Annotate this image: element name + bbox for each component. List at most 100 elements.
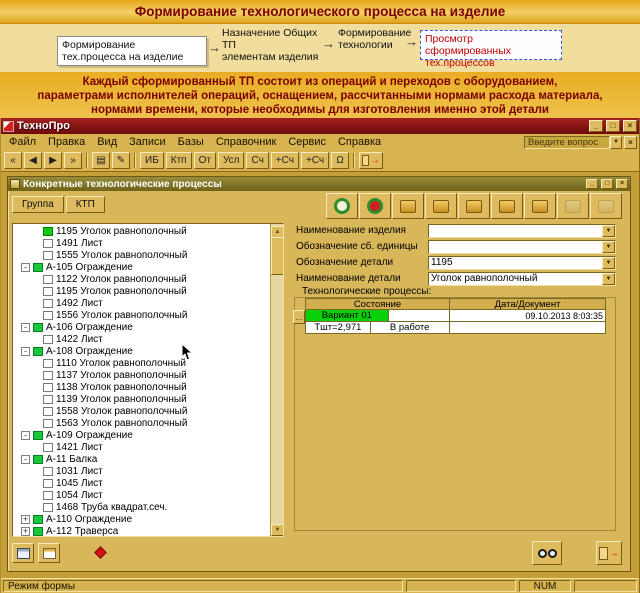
tree-item-24[interactable]: + А-110 Ограждение [13,513,270,525]
close-button[interactable]: × [623,120,637,132]
record-nav-button-3[interactable]: » [64,152,82,169]
tree-item-1[interactable]: 1491 Лист [13,237,270,249]
tree-item-9[interactable]: 1422 Лист [13,333,270,345]
menu-item-0[interactable]: Файл [3,135,42,149]
record-nav-button-0[interactable]: « [4,152,22,169]
collapse-icon[interactable]: - [21,322,30,332]
collapse-icon[interactable]: - [21,262,30,272]
menu-item-1[interactable]: Правка [42,135,91,149]
tree-item-18[interactable]: 1421 Лист [13,441,270,453]
toolbar-text-button-2[interactable]: От [193,152,216,169]
norms-icon-button[interactable] [557,193,589,219]
variants-laurel-icon-button[interactable] [326,193,358,219]
menubar-close-button[interactable]: × [624,135,637,149]
collapse-icon[interactable]: - [21,454,30,464]
record-nav-button-2[interactable]: ▶ [44,152,62,169]
tree-item-14[interactable]: 1139 Уголок равнополочный [13,393,270,405]
chevron-down-icon[interactable]: ▼ [610,135,622,149]
tree-item-label: 1556 Уголок равнополочный [56,309,188,321]
menu-item-3[interactable]: Записи [123,135,172,149]
table-row[interactable]: Тшт=2,971 В работе [305,321,606,334]
toolbar-text-button-3[interactable]: Усл [217,152,245,169]
toolbar-text-button-6[interactable]: +Сч [300,152,330,169]
operations-icon-button[interactable] [425,193,457,219]
tree-item-19[interactable]: - А-11 Балка [13,453,270,465]
menu-item-4[interactable]: Базы [172,135,210,149]
menu-item-6[interactable]: Сервис [282,135,332,149]
toolbar-text-button-5[interactable]: +Сч [270,152,299,169]
field-combo-1[interactable]: ▼ [428,239,616,254]
search-button[interactable] [532,541,562,565]
tab-0[interactable]: Группа [12,196,64,213]
sketch-icon-button[interactable] [392,193,424,219]
scroll-down-icon[interactable]: ▼ [271,524,283,536]
grid-view-button[interactable] [12,543,34,563]
tree-item-11[interactable]: 1110 Уголок равнополочный [13,357,270,369]
chevron-down-icon[interactable]: ▼ [602,272,615,285]
chevron-down-icon[interactable]: ▼ [602,224,615,237]
status-cell[interactable]: В работе [369,321,450,334]
chevron-down-icon[interactable]: ▼ [602,240,615,253]
expand-icon[interactable]: + [21,514,30,524]
scrollbar-thumb[interactable] [271,237,283,275]
tree-item-2[interactable]: 1555 Уголок равнополочный [13,249,270,261]
toolbar-text-button-1[interactable]: Ктп [165,152,192,169]
minimize-button[interactable]: _ [589,120,603,132]
toolbar-exit-button[interactable]: → [359,152,384,169]
field-combo-3[interactable]: Уголок равнополочный ▼ [428,271,616,286]
tree-item-10[interactable]: - А-108 Ограждение [13,345,270,357]
chevron-down-icon[interactable]: ▼ [602,256,615,269]
tree-item-21[interactable]: 1045 Лист [13,477,270,489]
tree-item-6[interactable]: 1492 Лист [13,297,270,309]
documents-icon-button[interactable] [590,193,622,219]
collapse-icon[interactable]: - [21,430,30,440]
toolbar-text-button-0[interactable]: ИБ [140,152,164,169]
tree-item-8[interactable]: - А-106 Ограждение [13,321,270,333]
exit-form-button[interactable]: → [596,541,622,565]
tsht-cell[interactable]: Тшт=2,971 [305,321,371,334]
record-nav-button-1[interactable]: ◀ [24,152,42,169]
status-bar: Режим формы NUM [1,578,639,593]
menu-item-5[interactable]: Справочник [210,135,283,149]
field-combo-0[interactable]: ▼ [428,223,616,238]
tree-item-23[interactable]: 1468 Труба квадрат.сеч. [13,501,270,513]
approve-laurel-icon-button[interactable] [359,193,391,219]
collapse-icon[interactable]: - [21,346,30,356]
tooling-icon-button[interactable] [491,193,523,219]
tree-scrollbar[interactable]: ▲ ▼ [270,224,283,536]
tree-item-20[interactable]: 1031 Лист [13,465,270,477]
operations-icon [433,199,449,213]
tree-item-16[interactable]: 1563 Уголок равнополочный [13,417,270,429]
tree-item-7[interactable]: 1556 Уголок равнополочный [13,309,270,321]
toolbar-edit-icon-button[interactable]: ✎ [112,152,130,169]
processes-table: … Состояние Дата/Документ Вариант 01 09.… [293,298,606,334]
ktp-minimize-button[interactable]: _ [586,179,598,189]
ktp-close-button[interactable]: × [616,179,628,189]
row-selector-button[interactable]: … [293,310,305,324]
tree-item-25[interactable]: + А-112 Траверса [13,525,270,536]
tab-1[interactable]: КТП [65,196,105,213]
question-input[interactable]: Введите вопрос [524,135,610,149]
materials-icon-button[interactable] [524,193,556,219]
tree-item-3[interactable]: - А-105 Ограждение [13,261,270,273]
equipment-icon-button[interactable] [458,193,490,219]
menu-item-2[interactable]: Вид [91,135,123,149]
ktp-maximize-button[interactable]: □ [601,179,613,189]
tree-item-4[interactable]: 1122 Уголок равнополочный [13,273,270,285]
toolbar-text-button-4[interactable]: Сч [246,152,269,169]
tree-item-5[interactable]: 1195 Уголок равнополочный [13,285,270,297]
tree-item-13[interactable]: 1138 Уголок равнополочный [13,381,270,393]
tree-item-22[interactable]: 1054 Лист [13,489,270,501]
menu-item-7[interactable]: Справка [332,135,387,149]
field-combo-2[interactable]: 1195 ▼ [428,255,616,270]
toolbar-list-icon-button[interactable]: ▤ [92,152,110,169]
tree-item-15[interactable]: 1558 Уголок равнополочный [13,405,270,417]
table-view-button[interactable] [38,543,60,563]
group-icon [33,430,43,440]
tree-item-0[interactable]: 1195 Уголок равнополочный [13,225,270,237]
expand-icon[interactable]: + [21,526,30,536]
tree-item-17[interactable]: - А-109 Ограждение [13,429,270,441]
tree-item-12[interactable]: 1137 Уголок равнополочный [13,369,270,381]
maximize-button[interactable]: □ [606,120,620,132]
toolbar-text-button-7[interactable]: Ω [331,152,350,169]
